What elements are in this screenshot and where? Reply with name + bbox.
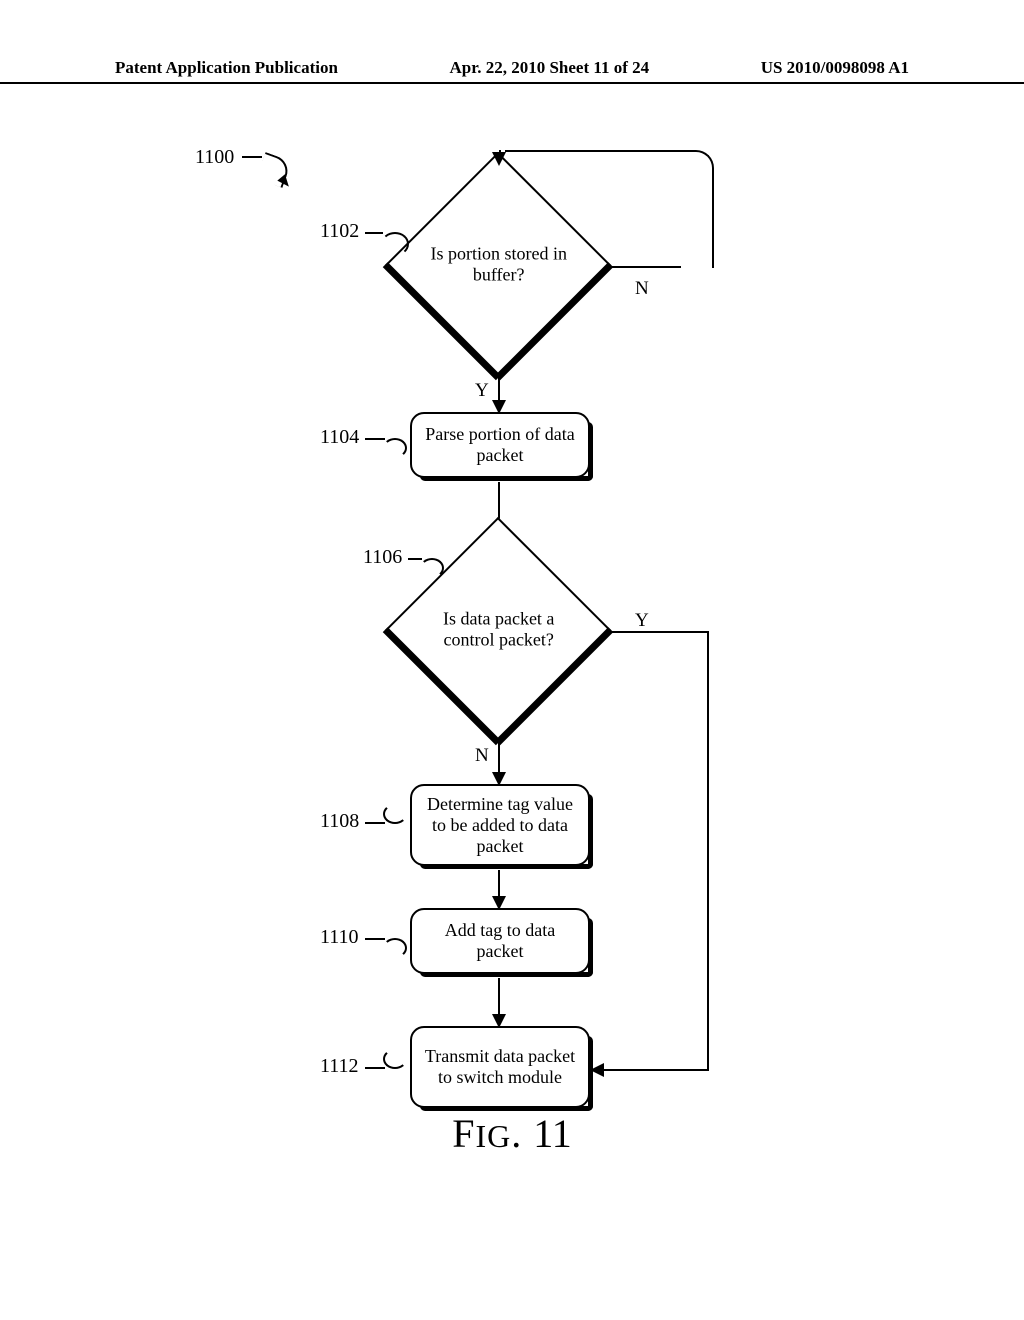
edge-1102-n: N: [635, 278, 649, 300]
process-1104-text: Parse portion of data packet: [420, 424, 580, 466]
process-1110: Add tag to data packet: [410, 908, 590, 974]
decision-1102: Is portion stored in buffer?: [385, 152, 611, 378]
header-left: Patent Application Publication: [115, 58, 338, 78]
bypass-h1: [611, 631, 709, 633]
leader-1108-curve: [383, 804, 407, 824]
figure-caption: FIG. FIG. 1111: [0, 1110, 1024, 1157]
loop-arrowhead: [492, 152, 506, 166]
leader-1104-curve: [383, 438, 407, 458]
leader-1102-h: [365, 232, 383, 234]
process-1112-text: Transmit data packet to switch module: [420, 1046, 580, 1088]
process-1108-text: Determine tag value to be added to data …: [420, 794, 580, 857]
leader-1110-curve: [383, 938, 407, 958]
leader-1112-curve: [383, 1049, 407, 1069]
ref-1110: 1110: [320, 926, 359, 949]
leader-1112-h: [365, 1067, 385, 1069]
ref-1104: 1104: [320, 426, 359, 449]
leader-1106-h: [408, 558, 422, 560]
header-center: Apr. 22, 2010 Sheet 11 of 24: [450, 58, 650, 78]
loop-top-curve: [678, 150, 714, 268]
leader-1102-curve: [381, 232, 409, 256]
leader-1106-curve: [420, 558, 444, 578]
loop-h2: [505, 150, 681, 152]
leader-1110-h: [365, 938, 385, 940]
process-1104: Parse portion of data packet: [410, 412, 590, 478]
leader-1104-h: [365, 438, 385, 440]
bypass-h2: [603, 1069, 709, 1071]
process-1112: Transmit data packet to switch module: [410, 1026, 590, 1108]
process-1108: Determine tag value to be added to data …: [410, 784, 590, 866]
loop-h1: [611, 266, 681, 268]
page-header: Patent Application Publication Apr. 22, …: [0, 58, 1024, 84]
ref-1102: 1102: [320, 220, 359, 243]
ref-1112: 1112: [320, 1055, 359, 1078]
header-right: US 2010/0098098 A1: [761, 58, 909, 78]
decision-1102-text: Is portion stored in buffer?: [419, 243, 579, 285]
flowchart-canvas: 1100 Is portion stored in buffer? 1102 N…: [0, 90, 1024, 1140]
bypass-v: [707, 631, 709, 1071]
edge-1106-y: Y: [635, 610, 649, 632]
leader-1108-h: [365, 822, 385, 824]
decision-1106: Is data packet a control packet?: [385, 517, 611, 743]
decision-1106-text: Is data packet a control packet?: [419, 608, 579, 650]
edge-1106-n: N: [475, 745, 489, 767]
ref-1106: 1106: [363, 546, 402, 569]
ref-1100: 1100: [195, 146, 234, 169]
edge-1102-y: Y: [475, 380, 489, 402]
process-1110-text: Add tag to data packet: [420, 920, 580, 962]
leader-1100-h: [242, 156, 262, 158]
ref-1108: 1108: [320, 810, 359, 833]
